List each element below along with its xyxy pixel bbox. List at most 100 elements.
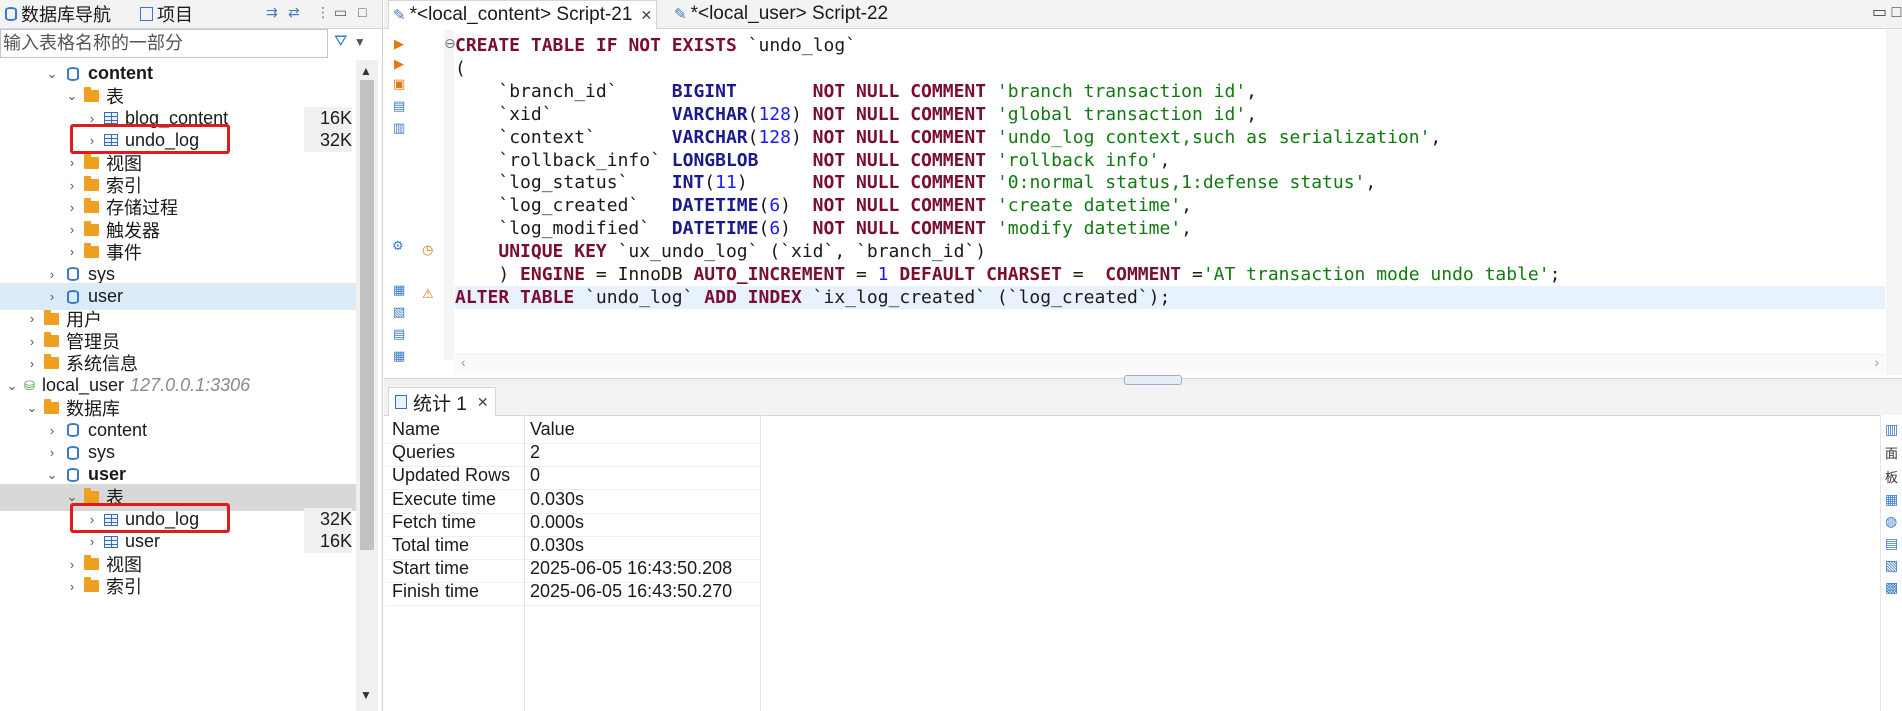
table-filter-input[interactable] bbox=[1, 30, 327, 57]
outline-icon[interactable]: ▦ bbox=[393, 348, 405, 364]
tiles-icon[interactable]: ▩ bbox=[1885, 579, 1898, 596]
warning-clock-icon: ◷ bbox=[422, 242, 434, 257]
export-icon[interactable]: ▧ bbox=[393, 304, 405, 320]
chevron-right-icon[interactable]: › bbox=[44, 423, 60, 438]
chevron-right-icon[interactable]: › bbox=[24, 356, 40, 371]
close-results-tab-icon[interactable]: ✕ bbox=[477, 394, 489, 411]
tab-script-22[interactable]: ✎ *<local_user> Script-22 bbox=[670, 0, 892, 28]
chevron-down-icon[interactable]: ⌄ bbox=[44, 467, 60, 483]
execute-statement-icon[interactable]: ▶ bbox=[394, 36, 404, 52]
editor-horizontal-scrollbar[interactable]: ‹ › bbox=[455, 354, 1885, 375]
tab-script-21[interactable]: ✎ *<local_content> Script-21 ✕ bbox=[388, 0, 658, 29]
view-menu-icon[interactable]: ⋮ bbox=[316, 4, 330, 21]
navigator-tree: ⌄ content ⌄ 表 › blog_content 16K › undo_log 32K › 视… bbox=[0, 60, 356, 711]
folder-icon bbox=[84, 176, 99, 191]
folder-icon bbox=[84, 153, 99, 169]
panel-label-icon: 面 bbox=[1885, 446, 1899, 461]
project-icon bbox=[140, 7, 153, 21]
editor-minimize-icon[interactable]: ▭ □ bbox=[1872, 2, 1901, 22]
sql-script-icon: ✎ bbox=[674, 6, 687, 23]
chevron-right-icon[interactable]: › bbox=[64, 155, 80, 170]
database-icon bbox=[67, 423, 79, 438]
chevron-down-icon[interactable]: ⌄ bbox=[4, 378, 20, 394]
templates-icon[interactable]: ▤ bbox=[393, 326, 405, 342]
code-line[interactable]: `context` VARCHAR(128) NOT NULL COMMENT … bbox=[455, 126, 1441, 149]
scroll-down-icon[interactable]: ▼ bbox=[360, 688, 372, 702]
panel-toggle-icon[interactable]: ▥ bbox=[1885, 421, 1898, 438]
grid-row[interactable]: Finish time 2025-06-05 16:43:50.270 bbox=[386, 577, 760, 607]
code-line[interactable]: UNIQUE KEY `ux_undo_log` (`xid`, `branch… bbox=[455, 240, 986, 263]
chevron-right-icon[interactable]: › bbox=[24, 334, 40, 349]
navigator-scroll-thumb[interactable] bbox=[360, 80, 374, 550]
filter-dropdown-icon[interactable]: ▼ bbox=[354, 35, 366, 49]
code-line[interactable]: `rollback_info` LONGBLOB NOT NULL COMMEN… bbox=[455, 149, 1170, 172]
link-editor-icon[interactable]: ⇄ bbox=[288, 4, 300, 21]
editor-vertical-scrollbar[interactable] bbox=[1886, 30, 1902, 375]
chevron-right-icon[interactable]: › bbox=[24, 311, 40, 326]
chevron-down-icon[interactable]: ⌄ bbox=[64, 88, 80, 104]
tree-node-label: user bbox=[88, 286, 124, 306]
sql-editor[interactable]: CREATE TABLE IF NOT EXISTS `undo_log`( `… bbox=[455, 30, 1885, 360]
tab-database-navigator-label: 数据库导航 bbox=[21, 5, 111, 25]
chevron-right-icon[interactable]: › bbox=[64, 222, 80, 237]
close-tab-icon[interactable]: ✕ bbox=[640, 7, 652, 24]
table-icon bbox=[104, 535, 118, 548]
tree-node-folder[interactable]: › 索引 bbox=[0, 573, 356, 600]
chevron-right-icon[interactable]: › bbox=[64, 579, 80, 594]
scroll-right-icon[interactable]: › bbox=[1874, 354, 1879, 370]
chevron-right-icon[interactable]: › bbox=[64, 244, 80, 259]
tab-statistics-label: 统计 1 bbox=[413, 393, 467, 415]
chart-icon[interactable]: ▤ bbox=[1885, 535, 1898, 552]
stat-name[interactable]: Finish time bbox=[392, 577, 522, 605]
chevron-right-icon[interactable]: › bbox=[64, 557, 80, 572]
warning-triangle-icon: ⚠ bbox=[422, 286, 434, 301]
code-line[interactable]: `xid` VARCHAR(128) NOT NULL COMMENT 'glo… bbox=[455, 103, 1257, 126]
database-icon bbox=[67, 267, 79, 282]
splitter-handle[interactable] bbox=[1124, 375, 1182, 385]
chevron-down-icon[interactable]: ⌄ bbox=[24, 400, 40, 416]
tab-database-navigator[interactable]: 数据库导航 bbox=[2, 3, 111, 25]
chevron-right-icon[interactable]: › bbox=[64, 200, 80, 215]
execute-new-tab-icon[interactable]: ▣ bbox=[393, 76, 405, 92]
tab-statistics[interactable]: 统计 1 ✕ bbox=[388, 387, 496, 416]
load-plan-icon[interactable]: ▥ bbox=[393, 120, 405, 136]
code-line[interactable]: ( bbox=[455, 57, 466, 80]
explain-plan-icon[interactable]: ▤ bbox=[393, 98, 405, 114]
layout-icon[interactable]: ▧ bbox=[1885, 557, 1898, 574]
folder-icon bbox=[84, 220, 99, 236]
code-line[interactable]: ALTER TABLE `undo_log` ADD INDEX `ix_log… bbox=[455, 285, 1885, 309]
tab-script-21-label: *<local_content> Script-21 bbox=[409, 4, 633, 25]
grid-view-icon[interactable]: ▦ bbox=[1885, 491, 1898, 508]
chevron-right-icon[interactable]: › bbox=[44, 267, 60, 282]
scroll-left-icon[interactable]: ‹ bbox=[461, 354, 466, 370]
chevron-right-icon[interactable]: › bbox=[44, 445, 60, 460]
fold-collapse-icon[interactable]: ⊖ bbox=[444, 35, 456, 52]
chevron-right-icon[interactable]: › bbox=[84, 534, 100, 549]
code-line[interactable]: ) ENGINE = InnoDB AUTO_INCREMENT = 1 DEF… bbox=[455, 263, 1560, 286]
format-sql-icon[interactable]: ▦ bbox=[393, 282, 405, 298]
code-line[interactable]: `log_created` DATETIME(6) NOT NULL COMME… bbox=[455, 194, 1192, 217]
collapse-all-icon[interactable]: ⇉ bbox=[266, 4, 278, 21]
scroll-up-icon[interactable]: ▲ bbox=[360, 64, 372, 78]
chevron-right-icon[interactable]: › bbox=[64, 178, 80, 193]
folder-icon bbox=[44, 399, 59, 414]
globe-icon[interactable]: ◍ bbox=[1885, 513, 1897, 530]
code-line[interactable]: CREATE TABLE IF NOT EXISTS `undo_log` bbox=[455, 34, 856, 57]
execute-script-icon[interactable]: ▶ bbox=[394, 56, 404, 72]
filter-funnel-icon[interactable]: ⛛ bbox=[334, 33, 347, 50]
settings-gear-icon[interactable]: ⚙ bbox=[392, 238, 404, 254]
chevron-right-icon[interactable]: › bbox=[44, 289, 60, 304]
code-line[interactable]: `log_modified` DATETIME(6) NOT NULL COMM… bbox=[455, 217, 1192, 240]
connection-host: 127.0.0.1:3306 bbox=[130, 375, 251, 396]
folder-icon bbox=[84, 555, 99, 571]
tree-node-label: sys bbox=[88, 442, 115, 463]
stat-value[interactable]: 2025-06-05 16:43:50.270 bbox=[530, 577, 760, 605]
editor-toolbar: ▶ ▶ ▣ ▤ ▥ ⚙ ▦ ▧ ▤ ▦ bbox=[384, 30, 414, 380]
chevron-down-icon[interactable]: ⌄ bbox=[44, 66, 60, 82]
maximize-icon[interactable]: □ bbox=[358, 4, 366, 20]
tab-project[interactable]: 项目 bbox=[140, 3, 193, 25]
minimize-icon[interactable]: ▭ bbox=[334, 4, 347, 21]
table-filter-field[interactable] bbox=[0, 29, 328, 58]
code-line[interactable]: `branch_id` BIGINT NOT NULL COMMENT 'bra… bbox=[455, 80, 1257, 103]
code-line[interactable]: `log_status` INT(11) NOT NULL COMMENT '0… bbox=[455, 171, 1376, 194]
